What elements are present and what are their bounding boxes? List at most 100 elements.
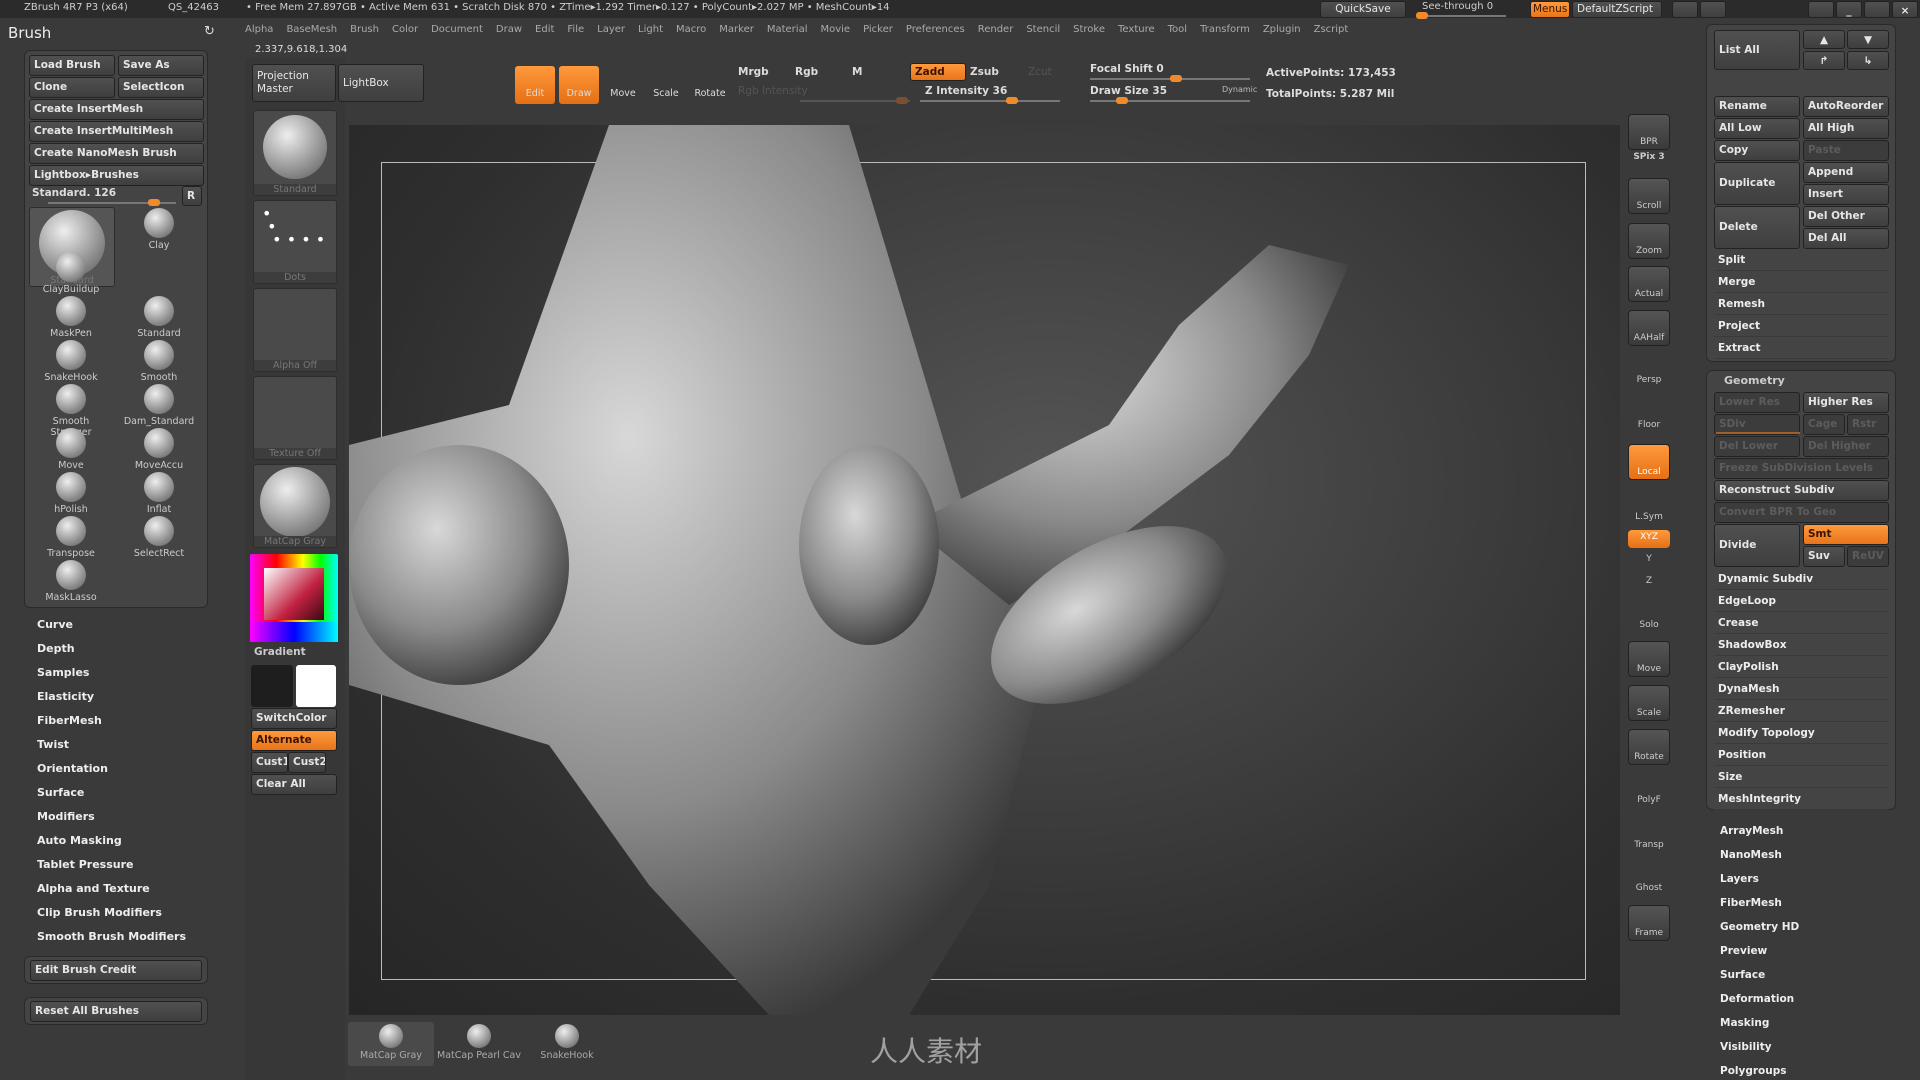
alternate-button[interactable]: Alternate <box>251 730 337 751</box>
view-frame-button[interactable]: Frame <box>1628 905 1670 941</box>
brush-clay[interactable]: Clay <box>119 208 199 251</box>
section-samples[interactable]: Samples <box>37 666 89 679</box>
all-high-button[interactable]: All High <box>1803 118 1889 139</box>
geometry-title[interactable]: Geometry <box>1724 374 1785 387</box>
dynamic-toggle[interactable]: Dynamic <box>1222 85 1257 94</box>
menu-alpha[interactable]: Alpha <box>245 24 273 42</box>
menu-light[interactable]: Light <box>638 24 663 42</box>
cust2-button[interactable]: Cust2 <box>288 752 326 773</box>
menu-macro[interactable]: Macro <box>676 24 706 42</box>
all-low-button[interactable]: All Low <box>1714 118 1800 139</box>
tool-section-polygroups[interactable]: Polygroups <box>1720 1065 1787 1077</box>
view-aahalf-button[interactable]: AAHalf <box>1628 310 1670 346</box>
higher-res-button[interactable]: Higher Res <box>1803 392 1889 413</box>
brush-maskpen[interactable]: MaskPen <box>31 296 111 339</box>
tool-section-nanomesh[interactable]: NanoMesh <box>1720 849 1782 861</box>
cage-button[interactable]: Cage <box>1803 414 1845 435</box>
menu-draw[interactable]: Draw <box>496 24 522 42</box>
menu-stroke[interactable]: Stroke <box>1073 24 1105 42</box>
divide-button[interactable]: Divide <box>1714 524 1800 567</box>
rgb-intensity-slider[interactable] <box>800 97 910 104</box>
view-bpr-button[interactable]: BPR <box>1628 114 1670 150</box>
menu-edit[interactable]: Edit <box>535 24 554 42</box>
brush-btn-create-insertmultimesh[interactable]: Create InsertMultiMesh <box>29 121 204 142</box>
default-zscript-button[interactable]: DefaultZScript <box>1572 1 1662 18</box>
section-modifiers[interactable]: Modifiers <box>37 810 95 823</box>
menu-basemesh[interactable]: BaseMesh <box>286 24 337 42</box>
reconstruct-button[interactable]: Reconstruct Subdiv <box>1714 480 1889 501</box>
view-z-button[interactable]: Z <box>1628 573 1670 591</box>
layout-next-icon[interactable] <box>1700 1 1726 18</box>
brush-btn-save-as[interactable]: Save As <box>118 55 204 76</box>
material-thumb[interactable]: MatCap Gray <box>253 464 337 548</box>
refresh-icon[interactable]: ↻ <box>204 24 215 39</box>
subtool-remesh[interactable]: Remesh <box>1714 294 1888 315</box>
section-smooth-brush-modifiers[interactable]: Smooth Brush Modifiers <box>37 930 186 943</box>
texture-thumb[interactable]: Texture Off <box>253 376 337 460</box>
brush-masklasso[interactable]: MaskLasso <box>31 560 111 603</box>
section-alpha-and-texture[interactable]: Alpha and Texture <box>37 882 150 895</box>
zsub-button[interactable]: Zsub <box>970 66 999 78</box>
smt-button[interactable]: Smt <box>1803 524 1889 545</box>
zcut-button[interactable]: Zcut <box>1028 66 1052 78</box>
focal-shift-slider[interactable] <box>1090 75 1250 82</box>
z-intensity-slider[interactable] <box>920 97 1060 104</box>
shelf-item[interactable]: SnakeHook <box>524 1022 610 1066</box>
del-lower-button[interactable]: Del Lower <box>1714 436 1800 457</box>
geometry-meshintegrity[interactable]: MeshIntegrity <box>1714 789 1888 810</box>
m-button[interactable]: M <box>852 66 862 78</box>
insert-button[interactable]: Insert <box>1803 184 1889 205</box>
close-icon[interactable]: × <box>1892 1 1918 18</box>
move-down-icon[interactable]: ▼ <box>1847 30 1889 49</box>
menu-render[interactable]: Render <box>978 24 1014 42</box>
view-spix-3-button[interactable]: SPix 3 <box>1628 152 1670 168</box>
layout-prev-icon[interactable] <box>1672 1 1698 18</box>
section-orientation[interactable]: Orientation <box>37 762 108 775</box>
tool-section-deformation[interactable]: Deformation <box>1720 993 1794 1005</box>
brush-btn-load-brush[interactable]: Load Brush <box>29 55 115 76</box>
paste-button[interactable]: Paste <box>1803 140 1889 161</box>
edit-button[interactable]: Edit <box>515 66 555 104</box>
brush-move[interactable]: Move <box>31 428 111 471</box>
scale-button[interactable]: Scale <box>646 66 686 104</box>
section-tablet-pressure[interactable]: Tablet Pressure <box>37 858 133 871</box>
del-higher-button[interactable]: Del Higher <box>1803 436 1889 457</box>
alpha-thumb[interactable]: Alpha Off <box>253 288 337 372</box>
menu-transform[interactable]: Transform <box>1200 24 1250 42</box>
brush-btn-clone[interactable]: Clone <box>29 77 115 98</box>
section-depth[interactable]: Depth <box>37 642 75 655</box>
subtool-merge[interactable]: Merge <box>1714 272 1888 293</box>
geometry-size[interactable]: Size <box>1714 767 1888 788</box>
lightbox-button[interactable]: LightBox <box>338 64 424 102</box>
canvas-viewport[interactable] <box>349 125 1620 1015</box>
view-scale-button[interactable]: Scale <box>1628 685 1670 721</box>
section-clip-brush-modifiers[interactable]: Clip Brush Modifiers <box>37 906 162 919</box>
copy-button[interactable]: Copy <box>1714 140 1800 161</box>
brush-inflat[interactable]: Inflat <box>119 472 199 515</box>
move-up-icon[interactable]: ▲ <box>1803 30 1845 49</box>
sdiv-slider[interactable] <box>1716 432 1800 434</box>
brush-hpolish[interactable]: hPolish <box>31 472 111 515</box>
r-button[interactable]: R <box>182 186 202 206</box>
brush-transpose[interactable]: Transpose <box>31 516 111 559</box>
geometry-edgeloop[interactable]: EdgeLoop <box>1714 591 1888 612</box>
view-xyz-button[interactable]: XYZ <box>1628 530 1670 548</box>
move-button[interactable]: Move <box>603 66 643 104</box>
geometry-position[interactable]: Position <box>1714 745 1888 766</box>
menu-movie[interactable]: Movie <box>820 24 850 42</box>
geometry-dynamic-subdiv[interactable]: Dynamic Subdiv <box>1714 569 1888 590</box>
brush-thumb[interactable]: Standard <box>253 110 337 196</box>
rotate-button[interactable]: Rotate <box>690 66 730 104</box>
shelf-item[interactable]: MatCap Pearl Cav <box>436 1022 522 1066</box>
menu-layer[interactable]: Layer <box>597 24 625 42</box>
menu-stencil[interactable]: Stencil <box>1026 24 1060 42</box>
tool-section-preview[interactable]: Preview <box>1720 945 1767 957</box>
geometry-claypolish[interactable]: ClayPolish <box>1714 657 1888 678</box>
cust1-button[interactable]: Cust1 <box>251 752 288 773</box>
freeze-button[interactable]: Freeze SubDivision Levels <box>1714 458 1889 479</box>
switch-color-button[interactable]: SwitchColor <box>251 708 337 729</box>
geometry-modify-topology[interactable]: Modify Topology <box>1714 723 1888 744</box>
menu-document[interactable]: Document <box>431 24 483 42</box>
reuv-button[interactable]: ReUV <box>1847 546 1889 567</box>
clear-all-button[interactable]: Clear All <box>251 774 337 795</box>
